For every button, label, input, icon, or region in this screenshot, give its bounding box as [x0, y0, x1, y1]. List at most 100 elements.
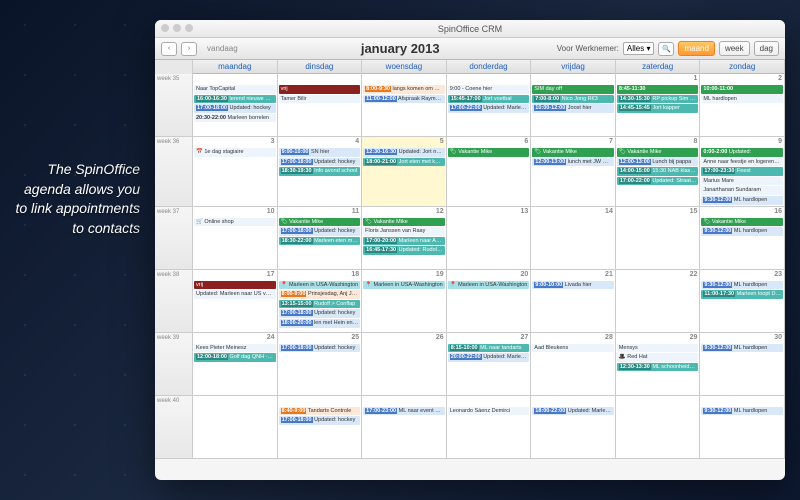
- calendar-event[interactable]: 17:00-18:00 Updated: hockey: [279, 227, 361, 236]
- calendar-event[interactable]: 17:00-18:00 Updated: hockey: [279, 416, 361, 425]
- calendar-event[interactable]: 🎩 Red Hat: [617, 353, 699, 362]
- calendar-event[interactable]: 11:00-12:00 Afspraak Raymond Hofs: [363, 95, 445, 104]
- day-cell[interactable]: 239:30-12:00 ML hardlopen11:00-17:30 Mar…: [700, 270, 785, 332]
- day-cell[interactable]: 10🛒 Online shop: [193, 207, 278, 269]
- calendar-event[interactable]: 12:00-18:00 Golf dag QNH - Marcel Jansse…: [194, 353, 276, 362]
- calendar-event[interactable]: Tamer Bilir: [279, 95, 361, 104]
- calendar-event[interactable]: 18:00-22:00 Updated: Marleen eten met Pa…: [532, 407, 614, 416]
- calendar-event[interactable]: 📍 Marleen in USA-Washington: [363, 281, 445, 290]
- day-cell[interactable]: 8:40-9:00 Tandarts Controle17:00-18:00 U…: [278, 396, 363, 458]
- calendar-event[interactable]: 8:15-10:00 ML naar tandarts: [448, 344, 530, 353]
- calendar-event[interactable]: 9:00-10:00 SN hier: [279, 148, 361, 157]
- calendar-event[interactable]: Kees Pieter Meinesz: [194, 344, 276, 353]
- day-cell[interactable]: 18:00-22:00 Updated: Marleen eten met Pa…: [531, 396, 616, 458]
- calendar-event[interactable]: 18:30-19:30 Info avond school: [279, 167, 361, 176]
- today-button[interactable]: vandaag: [201, 42, 244, 55]
- day-cell[interactable]: 14: [531, 207, 616, 269]
- calendar-event[interactable]: 17:00-18:00 Updated: hockey: [279, 158, 361, 167]
- calendar-event[interactable]: SIM day off: [532, 85, 614, 94]
- calendar-event[interactable]: 14:00-15:00 15:30 NAB klasse borrel Culp…: [617, 167, 699, 176]
- day-cell[interactable]: 20📍 Marleen in USA-Washington: [447, 270, 532, 332]
- day-cell[interactable]: 90:00-2:00 Updated:Anne naar feestje en …: [700, 137, 785, 206]
- calendar-event[interactable]: 17:00-18:00 Updated: hockey: [279, 309, 361, 318]
- day-cell[interactable]: Leonardo Sáenz Demirci: [447, 396, 532, 458]
- day-cell[interactable]: 24Kees Pieter Meinesz12:00-18:00 Golf da…: [193, 333, 278, 395]
- day-cell[interactable]: 18📍 Marleen in USA-Washington8:00-9:00 P…: [278, 270, 363, 332]
- calendar-event[interactable]: 8:40-9:00 Tandarts Controle: [279, 407, 361, 416]
- calendar-event[interactable]: 🏷 Vakantie Mike: [279, 218, 361, 227]
- day-cell[interactable]: 26: [362, 333, 447, 395]
- day-cell[interactable]: 22: [616, 270, 701, 332]
- day-cell[interactable]: 12🏷 Vakantie MikeFloris Janssen van Raay…: [362, 207, 447, 269]
- calendar-event[interactable]: 8:00-9:30 langs komen om naar TC te kijk…: [363, 85, 445, 94]
- calendar-event[interactable]: Marius Mare: [701, 177, 783, 186]
- day-cell[interactable]: 18:45-11:30 14:30-15:30 RP pickup Sim @ …: [616, 74, 701, 136]
- day-cell[interactable]: 309:30-12:00 ML hardlopen: [700, 333, 785, 395]
- day-cell[interactable]: 9:00 - Coene hier15:45-17:00 Jort voetba…: [447, 74, 532, 136]
- day-cell[interactable]: 29Mensys🎩 Red Hat12:30-13:30 ML schoonhe…: [616, 333, 701, 395]
- calendar-event[interactable]: 17:00-22:00 Updated: Straatfeest R63: [617, 177, 699, 186]
- day-cell[interactable]: [193, 396, 278, 458]
- day-cell[interactable]: 210:00-11:00 ML hardlopen: [700, 74, 785, 136]
- day-cell[interactable]: 49:00-10:00 SN hier17:00-18:00 Updated: …: [278, 137, 363, 206]
- calendar-event[interactable]: 11:00-17:30 Marleen loopt Dam tot Dam lo…: [701, 290, 783, 299]
- calendar-event[interactable]: 17:00-23:00 ML naar event van EY en AEGO…: [363, 407, 445, 416]
- calendar-event[interactable]: Updated: Marleen naar US voor AEGON: [194, 290, 276, 299]
- calendar-event[interactable]: 8:00-9:00 Prinsjesdag, Anj J vrij van sc…: [279, 290, 361, 299]
- calendar-event[interactable]: 🏷 Vakantie Mike: [363, 218, 445, 227]
- calendar-event[interactable]: 8:45-11:30: [617, 85, 699, 94]
- calendar-event[interactable]: 12:00-13:00 Lunch bij pappa: [617, 158, 699, 167]
- day-cell[interactable]: SIM day off7:00-8:00 Nico Jong R€310:00-…: [531, 74, 616, 136]
- day-cell[interactable]: 11🏷 Vakantie Mike17:00-18:00 Updated: ho…: [278, 207, 363, 269]
- day-cell[interactable]: 9:30-12:00 ML hardlopen: [700, 396, 785, 458]
- day-cell[interactable]: 2517:00-18:00 Updated: hockey: [278, 333, 363, 395]
- calendar-event[interactable]: Anne naar feestje en logeren bij Claire: [701, 158, 783, 167]
- calendar-event[interactable]: Janarthanan Sundaram: [701, 186, 783, 195]
- nav-forward-button[interactable]: ›: [181, 42, 197, 56]
- calendar-event[interactable]: 17:00-18:00 Updated: hockey: [194, 104, 276, 113]
- calendar-event[interactable]: 14:30-15:30 RP pickup Sim @ CS: [617, 95, 699, 104]
- calendar-event[interactable]: 17:00-20:00 Marleen naar AEGON Leeuwarde…: [363, 237, 445, 246]
- day-cell[interactable]: 8:00-9:30 langs komen om naar TC te kijk…: [362, 74, 447, 136]
- calendar-event[interactable]: Floris Janssen van Raay: [363, 227, 445, 236]
- calendar-event[interactable]: 🏷 Vakantie Mike: [701, 218, 783, 227]
- calendar-event[interactable]: Aad Bleukens: [532, 344, 614, 353]
- calendar-event[interactable]: 16:00-16:30 lerend nieuwe omgeving: [194, 95, 276, 104]
- day-cell[interactable]: 17:00-23:00 ML naar event van EY en AEGO…: [362, 396, 447, 458]
- calendar-event[interactable]: 10:00-12:00 Joost hier: [532, 104, 614, 113]
- calendar-event[interactable]: ML hardlopen: [701, 95, 783, 104]
- calendar-event[interactable]: 20:00-22:00 Updated: Marleen naar Cantal…: [448, 353, 530, 362]
- traffic-lights[interactable]: [161, 24, 193, 32]
- day-cell[interactable]: 7🏷 Vakantie Mike12:00-13:00 lunch met JW…: [531, 137, 616, 206]
- calendar-event[interactable]: 9:30-12:00 ML hardlopen: [701, 227, 783, 236]
- day-cell[interactable]: vrijTamer Bilir: [278, 74, 363, 136]
- calendar-event[interactable]: 🛒 Online shop: [194, 218, 276, 227]
- calendar-event[interactable]: 17:00-23:30 Feest: [701, 167, 783, 176]
- calendar-event[interactable]: 🏷 Vakantie Mike: [617, 148, 699, 157]
- view-day-button[interactable]: dag: [754, 41, 779, 56]
- calendar-event[interactable]: 14:45-15:45 Jort kapper: [617, 104, 699, 113]
- calendar-event[interactable]: 🏷 Vakantie Mike: [532, 148, 614, 157]
- day-cell[interactable]: 16🏷 Vakantie Mike9:30-12:00 ML hardlopen: [700, 207, 785, 269]
- calendar-event[interactable]: 🏷 Vakantie Mike: [448, 148, 530, 157]
- calendar-event[interactable]: 18:00-21:00 Jort eten met kantoor/ Tania…: [363, 158, 445, 167]
- day-cell[interactable]: 278:15-10:00 ML naar tandarts20:00-22:00…: [447, 333, 532, 395]
- day-cell[interactable]: 8🏷 Vakantie Mike12:00-13:00 Lunch bij pa…: [616, 137, 701, 206]
- day-cell[interactable]: [616, 396, 701, 458]
- calendar-event[interactable]: 📍 Marleen in USA-Washington: [448, 281, 530, 290]
- calendar-event[interactable]: 0:00-2:00 Updated:: [701, 148, 783, 157]
- employee-select[interactable]: Alles ▾: [623, 42, 655, 55]
- calendar-event[interactable]: 18:30-22:00 Marleen eten met Henny: [279, 237, 361, 246]
- view-week-button[interactable]: week: [719, 41, 750, 56]
- calendar-event[interactable]: 12:30-13:30 ML schoonheidsspec: [617, 363, 699, 372]
- calendar-event[interactable]: 9:30-12:00 ML hardlopen: [701, 407, 783, 416]
- calendar-event[interactable]: 10:00-11:00: [701, 85, 783, 94]
- day-cell[interactable]: 15: [616, 207, 701, 269]
- search-icon[interactable]: 🔍: [658, 42, 674, 56]
- day-cell[interactable]: 19📍 Marleen in USA-Washington: [362, 270, 447, 332]
- calendar-event[interactable]: 15:45-17:00 Jort voetbal: [448, 95, 530, 104]
- calendar-event[interactable]: 9:00-10:00 Livada hier: [532, 281, 614, 290]
- calendar-event[interactable]: 9:00 - Coene hier: [448, 85, 530, 94]
- calendar-event[interactable]: 📅 1e dag stagiaire: [194, 148, 276, 157]
- calendar-event[interactable]: 📍 Marleen in USA-Washington: [279, 281, 361, 290]
